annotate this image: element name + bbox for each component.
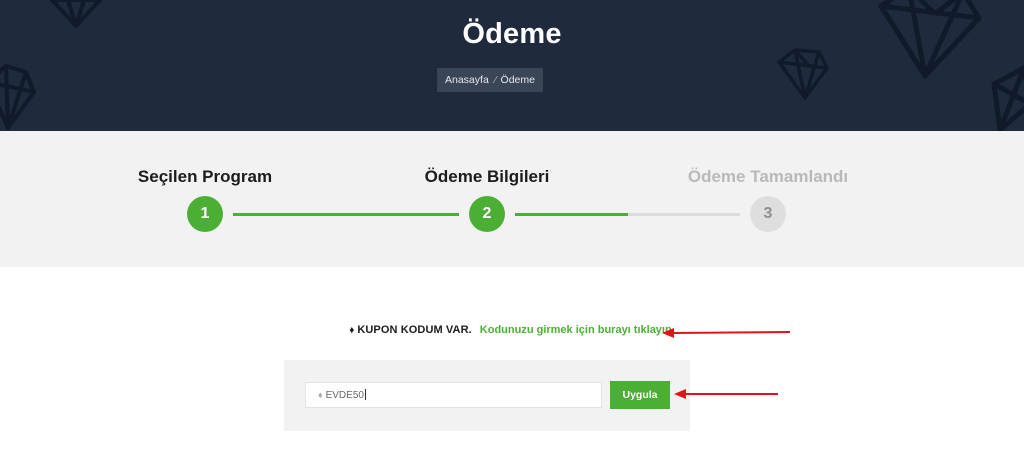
coupon-form: ♦ EVDE50 Uygula — [284, 360, 690, 431]
breadcrumb-separator: ⁄ — [494, 74, 497, 86]
breadcrumb-current: Ödeme — [500, 74, 535, 86]
annotation-arrow-icon — [662, 328, 791, 338]
progress-fill-1 — [233, 213, 459, 216]
step-2-label: Ödeme Bilgileri — [424, 167, 550, 186]
tag-icon: ♦ — [349, 325, 355, 336]
breadcrumb-home-link[interactable]: Anasayfa — [445, 74, 489, 86]
step-3-circle: 3 — [750, 196, 786, 232]
coupon-code-value: EVDE50 — [325, 390, 364, 401]
tag-icon: ♦ — [318, 390, 323, 400]
apply-coupon-button[interactable]: Uygula — [610, 381, 670, 409]
page-title: Ödeme — [462, 18, 562, 50]
breadcrumb: Anasayfa ⁄ Ödeme — [437, 68, 543, 92]
coupon-toggle-link[interactable]: Kodunuzu girmek için burayı tıklayın. — [480, 324, 675, 336]
checkout-steps: Seçilen Program Ödeme Bilgileri Ödeme Ta… — [0, 131, 1024, 267]
page-header: Ödeme Anasayfa ⁄ Ödeme — [0, 0, 1024, 131]
annotation-arrow-icon — [674, 389, 778, 399]
coupon-code-input[interactable]: ♦ EVDE50 — [305, 382, 602, 408]
diamond-icon — [991, 65, 1024, 131]
step-1-circle: 1 — [187, 196, 223, 232]
coupon-question: KUPON KODUM VAR. — [357, 324, 472, 336]
text-caret — [364, 389, 366, 400]
diamond-icon — [777, 48, 829, 100]
progress-fill-2 — [515, 213, 628, 216]
step-1-label: Seçilen Program — [137, 167, 273, 186]
diamond-icon — [0, 64, 36, 130]
coupon-prompt: ♦ KUPON KODUM VAR. Kodunuzu girmek için bu… — [0, 324, 1024, 336]
step-2-circle: 2 — [469, 196, 505, 232]
step-3-label: Ödeme Tamamlandı — [687, 167, 849, 186]
